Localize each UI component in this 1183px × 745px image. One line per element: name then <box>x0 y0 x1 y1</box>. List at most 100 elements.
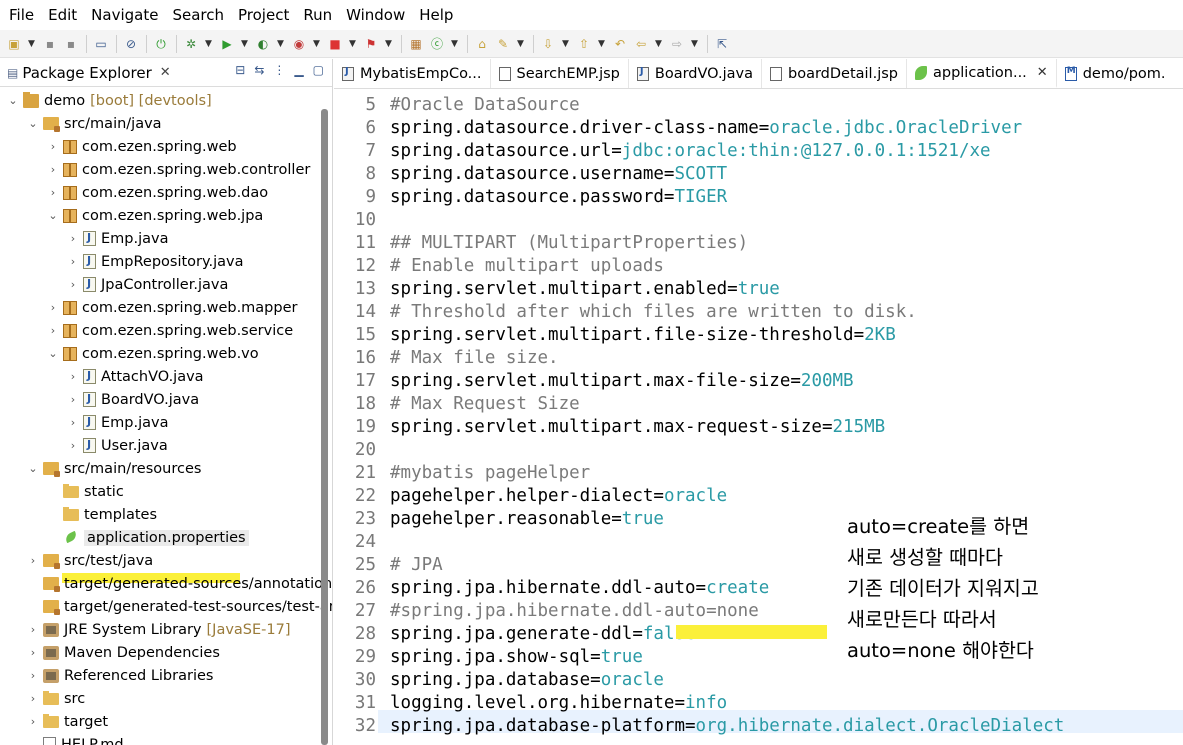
run-icon[interactable]: ▶ <box>219 36 235 52</box>
prev-annotation-dropdown-icon[interactable]: ▼ <box>597 36 606 52</box>
tab-application-properties[interactable]: application... ✕ <box>906 59 1057 88</box>
view-menu-icon[interactable]: ⋮ <box>273 63 285 77</box>
expand-chevron-icon[interactable]: › <box>66 278 80 291</box>
open-task-icon[interactable]: ✎ <box>495 36 511 52</box>
tree-item-folder[interactable]: templates <box>46 503 157 526</box>
expand-chevron-icon[interactable]: › <box>46 324 60 337</box>
tab-board-detail-jsp[interactable]: boardDetail.jsp <box>762 59 907 88</box>
tab-mybatis-emp-controller[interactable]: MybatisEmpCo... <box>334 59 491 88</box>
tree-item-package[interactable]: › com.ezen.spring.web.dao <box>46 181 268 204</box>
tree-item-generated-test-sources[interactable]: target/generated-test-sources/test-an <box>26 595 332 618</box>
next-annotation-icon[interactable]: ⇩ <box>540 36 556 52</box>
expand-chevron-icon[interactable]: › <box>26 554 40 567</box>
menu-navigate[interactable]: Navigate <box>84 0 165 30</box>
tree-item-help-md[interactable]: HELP.md <box>26 733 124 745</box>
external-tools-icon[interactable]: ◉ <box>291 36 307 52</box>
menu-help[interactable]: Help <box>412 0 460 30</box>
tab-search-emp-jsp[interactable]: SearchEMP.jsp <box>491 59 629 88</box>
link-with-editor-icon[interactable]: ⇆ <box>254 63 264 77</box>
forward-dropdown-icon[interactable]: ▼ <box>690 36 699 52</box>
tree-item-application-properties[interactable]: application.properties <box>46 526 249 549</box>
menu-file[interactable]: File <box>2 0 41 30</box>
tree-item-java-file[interactable]: › AttachVO.java <box>66 365 204 388</box>
pin-editor-icon[interactable]: ⇱ <box>714 36 730 52</box>
stop-dropdown-icon[interactable]: ▼ <box>348 36 357 52</box>
console-icon[interactable]: ▭ <box>93 36 109 52</box>
back-dropdown-icon[interactable]: ▼ <box>654 36 663 52</box>
new-dropdown-icon[interactable]: ▼ <box>27 36 36 52</box>
tree-item-target[interactable]: › target <box>26 710 108 733</box>
expand-chevron-icon[interactable]: ⌄ <box>46 209 60 222</box>
new-class-icon[interactable]: ⓒ <box>429 36 445 52</box>
explorer-scrollbar[interactable] <box>321 109 328 745</box>
debug-dropdown-icon[interactable]: ▼ <box>204 36 213 52</box>
coverage-icon[interactable]: ◐ <box>255 36 271 52</box>
expand-chevron-icon[interactable]: › <box>66 232 80 245</box>
close-icon[interactable]: ✕ <box>160 65 171 80</box>
tree-item-src-main-java[interactable]: ⌄ src/main/java <box>26 112 162 135</box>
expand-chevron-icon[interactable]: › <box>26 715 40 728</box>
expand-chevron-icon[interactable]: › <box>46 301 60 314</box>
next-annotation-dropdown-icon[interactable]: ▼ <box>561 36 570 52</box>
collapse-all-icon[interactable]: ⊟ <box>235 63 245 77</box>
tree-item-java-file[interactable]: › BoardVO.java <box>66 388 199 411</box>
external-tools-dropdown-icon[interactable]: ▼ <box>312 36 321 52</box>
minimize-icon[interactable]: ▁ <box>294 63 303 77</box>
tree-item-referenced-libraries[interactable]: › Referenced Libraries <box>26 664 214 687</box>
tree-item-java-file[interactable]: › Emp.java <box>66 411 169 434</box>
expand-chevron-icon[interactable]: › <box>26 646 40 659</box>
menu-edit[interactable]: Edit <box>41 0 84 30</box>
close-tab-icon[interactable]: ✕ <box>1037 65 1048 80</box>
tree-item-demo[interactable]: ⌄ demo [boot] [devtools] <box>6 89 212 112</box>
tree-item-src[interactable]: › src <box>26 687 85 710</box>
new-class-dropdown-icon[interactable]: ▼ <box>450 36 459 52</box>
expand-chevron-icon[interactable]: › <box>26 692 40 705</box>
tree-item-src-main-resources[interactable]: ⌄ src/main/resources <box>26 457 201 480</box>
expand-chevron-icon[interactable]: ⌄ <box>26 462 40 475</box>
tree-item-java-file[interactable]: › Emp.java <box>66 227 169 250</box>
skip-breakpoints-icon[interactable]: ⊘ <box>123 36 139 52</box>
save-all-icon[interactable]: ▪ <box>63 36 79 52</box>
open-task-dropdown-icon[interactable]: ▼ <box>516 36 525 52</box>
expand-chevron-icon[interactable]: › <box>66 393 80 406</box>
tree-item-java-file[interactable]: › EmpRepository.java <box>66 250 244 273</box>
tab-demo-pom[interactable]: demo/pom. <box>1057 59 1174 88</box>
spring-boot-icon[interactable]: ⏻ <box>153 36 169 52</box>
expand-chevron-icon[interactable]: ⌄ <box>46 347 60 360</box>
prev-annotation-icon[interactable]: ⇧ <box>576 36 592 52</box>
new-package-icon[interactable]: ▦ <box>408 36 424 52</box>
tree-item-java-file[interactable]: › JpaController.java <box>66 273 229 296</box>
tree-item-maven-dependencies[interactable]: › Maven Dependencies <box>26 641 220 664</box>
expand-chevron-icon[interactable]: › <box>46 140 60 153</box>
maximize-icon[interactable]: ▢ <box>313 63 324 77</box>
coverage-dropdown-icon[interactable]: ▼ <box>276 36 285 52</box>
expand-chevron-icon[interactable]: › <box>66 439 80 452</box>
tree-item-package[interactable]: › com.ezen.spring.web <box>46 135 237 158</box>
expand-chevron-icon[interactable]: ⌄ <box>26 117 40 130</box>
new-icon[interactable]: ▣ <box>6 36 22 52</box>
tree-item-generated-sources[interactable]: target/generated-sources/annotation <box>26 572 332 595</box>
back-icon[interactable]: ⇦ <box>633 36 649 52</box>
expand-chevron-icon[interactable]: › <box>66 416 80 429</box>
menu-project[interactable]: Project <box>231 0 296 30</box>
tree-item-package[interactable]: ⌄ com.ezen.spring.web.vo <box>46 342 258 365</box>
menu-run[interactable]: Run <box>296 0 339 30</box>
expand-chevron-icon[interactable]: › <box>66 370 80 383</box>
expand-chevron-icon[interactable]: › <box>26 669 40 682</box>
run-dropdown-icon[interactable]: ▼ <box>240 36 249 52</box>
forward-icon[interactable]: ⇨ <box>669 36 685 52</box>
expand-chevron-icon[interactable]: › <box>26 623 40 636</box>
tree-item-package[interactable]: › com.ezen.spring.web.service <box>46 319 293 342</box>
debug-icon[interactable]: ✲ <box>183 36 199 52</box>
open-type-icon[interactable]: ⌂ <box>474 36 490 52</box>
last-edit-icon[interactable]: ↶ <box>612 36 628 52</box>
expand-chevron-icon[interactable]: › <box>46 186 60 199</box>
expand-chevron-icon[interactable]: ⌄ <box>6 94 20 107</box>
save-icon[interactable]: ▪ <box>42 36 58 52</box>
tree-item-java-file[interactable]: › User.java <box>66 434 168 457</box>
tree-item-package[interactable]: › com.ezen.spring.web.controller <box>46 158 311 181</box>
tree-item-folder[interactable]: static <box>46 480 124 503</box>
menu-search[interactable]: Search <box>165 0 231 30</box>
tree-item-package[interactable]: ⌄ com.ezen.spring.web.jpa <box>46 204 263 227</box>
expand-chevron-icon[interactable]: › <box>46 163 60 176</box>
